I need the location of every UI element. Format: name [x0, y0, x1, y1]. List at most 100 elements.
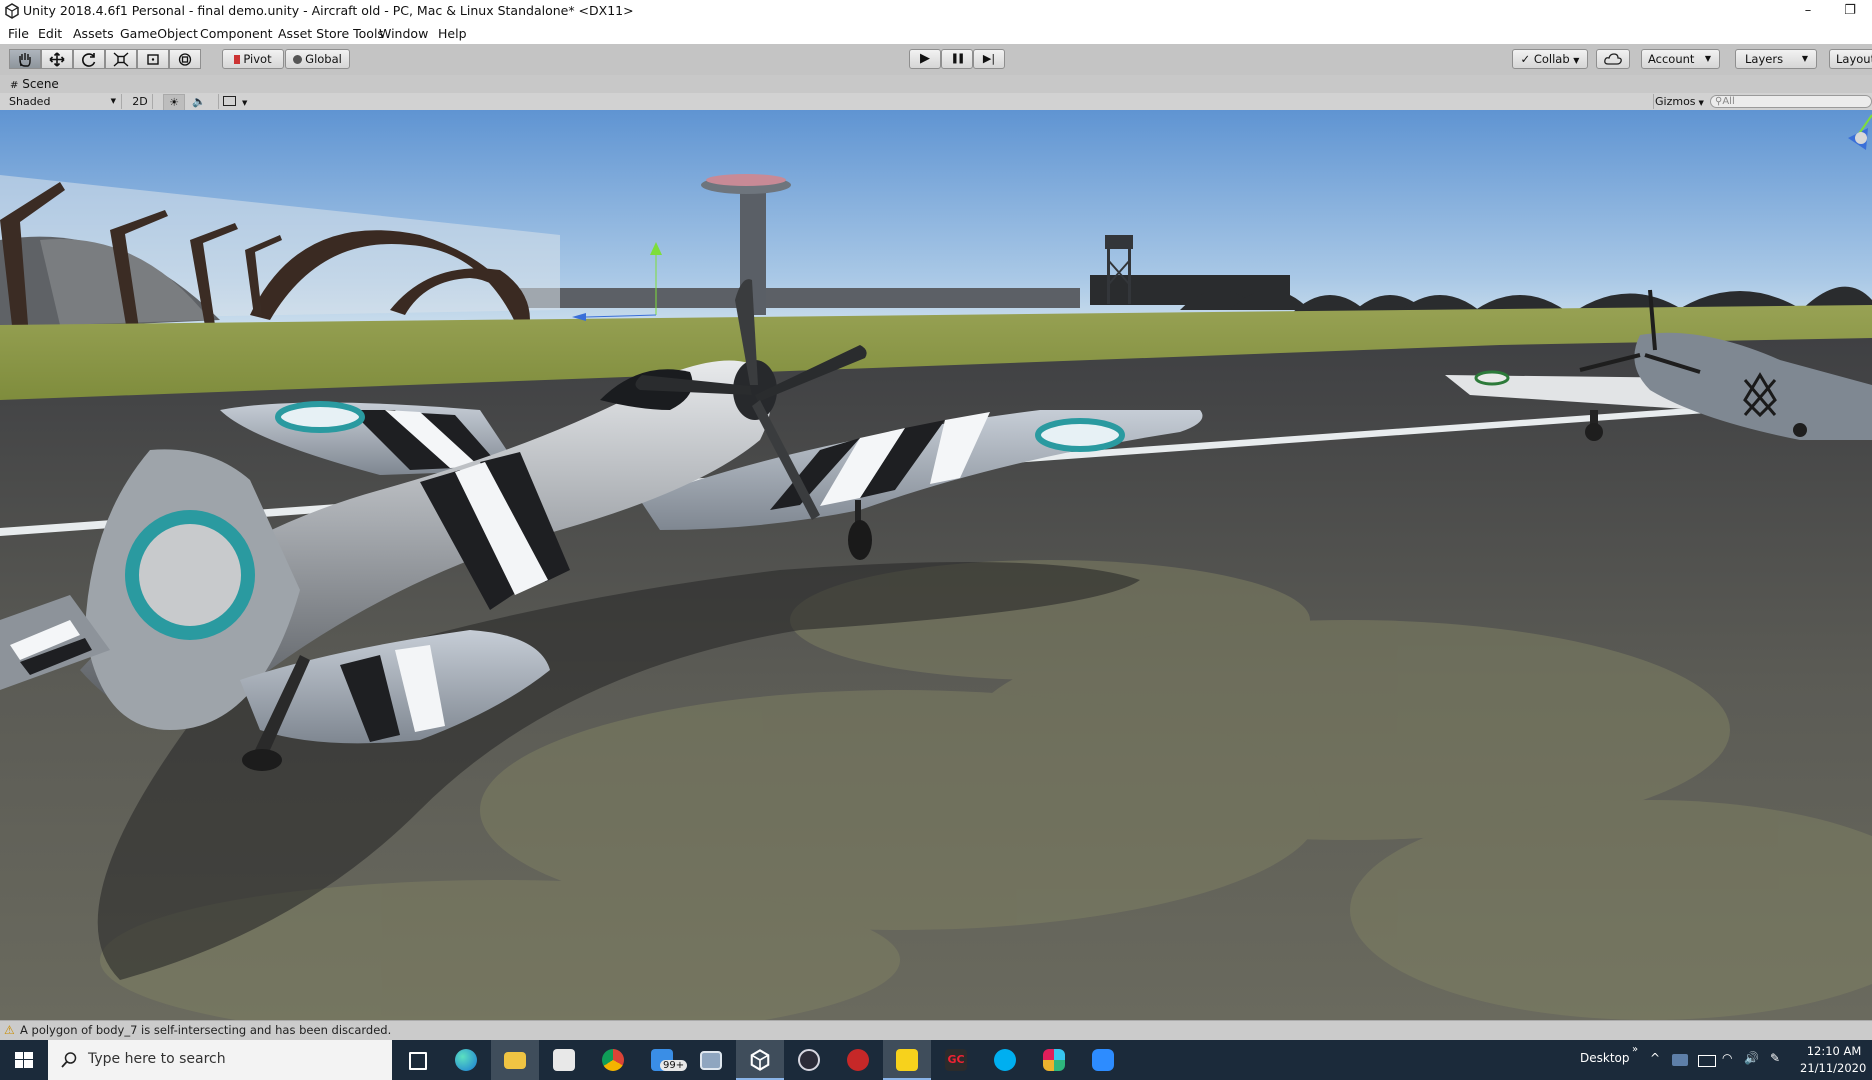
- title-bar: Unity 2018.4.6f1 Personal - final demo.u…: [0, 0, 1872, 24]
- collab-label: Collab: [1533, 52, 1570, 66]
- move-tool-button[interactable]: [41, 49, 73, 69]
- restore-button[interactable]: ❐: [1830, 0, 1870, 22]
- layers-label: Layers: [1745, 52, 1784, 66]
- warning-icon: ⚠: [4, 1023, 15, 1037]
- 2d-toggle[interactable]: 2D: [128, 94, 153, 109]
- start-button[interactable]: [0, 1040, 48, 1080]
- rect-tool-button[interactable]: [137, 49, 169, 69]
- layers-dropdown[interactable]: Layers ▼: [1735, 49, 1817, 69]
- volume-icon[interactable]: 🔊: [1744, 1051, 1759, 1065]
- scene-viewport[interactable]: [0, 110, 1872, 1020]
- play-button[interactable]: ▶: [909, 49, 941, 69]
- desktop-toolbar-label[interactable]: Desktop: [1580, 1051, 1630, 1065]
- scale-icon: [113, 52, 129, 67]
- rotate-tool-button[interactable]: [73, 49, 105, 69]
- clock-date[interactable]: 21/11/2020: [1800, 1061, 1866, 1075]
- taskbar-sticky-notes[interactable]: [883, 1040, 931, 1080]
- taskbar-slack[interactable]: [1030, 1040, 1078, 1080]
- hand-icon: [19, 53, 31, 67]
- network-status-icon[interactable]: [1672, 1054, 1688, 1066]
- menu-asset-store-tools[interactable]: Asset Store Tools: [278, 26, 384, 41]
- slack-icon: [1043, 1049, 1065, 1071]
- taskbar-edge[interactable]: [442, 1040, 490, 1080]
- cloud-button[interactable]: [1596, 49, 1630, 69]
- menu-bar: File Edit Assets GameObject Component As…: [0, 23, 1872, 44]
- unity-icon: [750, 1049, 770, 1071]
- image-icon: [223, 96, 236, 106]
- lighting-toggle[interactable]: ☀: [163, 94, 185, 111]
- hand-tool-button[interactable]: [9, 49, 41, 69]
- gizmos-dropdown[interactable]: Gizmos ▼: [1653, 94, 1704, 109]
- task-view-icon: [409, 1052, 427, 1070]
- clock-time[interactable]: 12:10 AM: [1805, 1044, 1863, 1058]
- minimize-button[interactable]: –: [1788, 0, 1828, 22]
- cloud-icon: [1604, 53, 1622, 65]
- sun-icon: ☀: [169, 96, 179, 109]
- dropdown-arrow-icon: ▼: [242, 99, 248, 107]
- rect-icon: [147, 54, 159, 65]
- taskbar-skype[interactable]: [981, 1040, 1029, 1080]
- gc-logo-icon: GC: [945, 1049, 967, 1071]
- taskbar-sourcetree[interactable]: [834, 1040, 882, 1080]
- taskbar-file-explorer[interactable]: [491, 1040, 539, 1080]
- wifi-icon[interactable]: ◠: [1722, 1051, 1732, 1065]
- menu-file[interactable]: File: [8, 26, 29, 41]
- magnifier-icon: [61, 1052, 77, 1068]
- layout-label: Layout: [1836, 52, 1872, 66]
- step-button[interactable]: ▶|: [973, 49, 1005, 69]
- scene-search-input[interactable]: ⚲All: [1710, 95, 1872, 108]
- toolbar-expand-icon[interactable]: »: [1632, 1044, 1638, 1055]
- menu-edit[interactable]: Edit: [38, 26, 62, 41]
- pivot-toggle[interactable]: Pivot: [222, 49, 284, 69]
- layout-dropdown[interactable]: Layout: [1829, 49, 1872, 69]
- unity-logo-icon: [5, 3, 19, 19]
- store-bag-icon: [553, 1049, 575, 1071]
- battery-icon[interactable]: [1698, 1055, 1716, 1067]
- taskbar-store[interactable]: [540, 1040, 588, 1080]
- global-toggle[interactable]: Global: [285, 49, 350, 69]
- globe-icon: [293, 55, 303, 64]
- scale-tool-button[interactable]: [105, 49, 137, 69]
- collab-dropdown[interactable]: ✓ Collab ▼: [1512, 49, 1588, 69]
- scene-search-placeholder: All: [1722, 96, 1735, 107]
- window-title: Unity 2018.4.6f1 Personal - final demo.u…: [23, 3, 634, 18]
- effects-dropdown[interactable]: ▼: [218, 94, 255, 109]
- status-bar: ⚠ A polygon of body_7 is self-intersecti…: [0, 1020, 1872, 1041]
- menu-help[interactable]: Help: [438, 26, 467, 41]
- folder-icon: [504, 1052, 526, 1069]
- skype-icon: [994, 1049, 1016, 1071]
- taskbar-gc-app[interactable]: GC: [932, 1040, 980, 1080]
- transform-icon: [178, 53, 192, 66]
- menu-gameobject[interactable]: GameObject: [120, 26, 198, 41]
- tray-overflow-icon[interactable]: ^: [1650, 1051, 1660, 1065]
- account-dropdown[interactable]: Account ▼: [1641, 49, 1720, 69]
- windows-logo-icon: [15, 1052, 33, 1068]
- account-label: Account: [1648, 52, 1695, 66]
- menu-component[interactable]: Component: [200, 26, 273, 41]
- taskbar-mail[interactable]: 99+: [638, 1040, 688, 1080]
- taskbar-chrome[interactable]: [589, 1040, 637, 1080]
- check-icon: ✓: [1520, 52, 1531, 66]
- rotate-icon: [82, 53, 96, 67]
- taskbar-obs[interactable]: [785, 1040, 833, 1080]
- menu-assets[interactable]: Assets: [73, 26, 114, 41]
- taskbar-unity[interactable]: [736, 1040, 784, 1080]
- scene-render: [0, 110, 1872, 1020]
- sticky-note-icon: [896, 1049, 918, 1071]
- scene-tab-bar: # Scene: [0, 75, 1872, 93]
- tab-scene[interactable]: # Scene: [10, 77, 59, 91]
- pause-button[interactable]: ❚❚: [941, 49, 973, 69]
- shading-mode-dropdown[interactable]: Shaded ▼: [2, 94, 122, 109]
- taskbar-search-box[interactable]: Type here to search: [48, 1040, 392, 1080]
- gizmos-label: Gizmos: [1655, 95, 1696, 108]
- console-message[interactable]: A polygon of body_7 is self-intersecting…: [20, 1023, 391, 1037]
- transform-tool-button[interactable]: [169, 49, 201, 69]
- pen-icon[interactable]: ✎: [1770, 1051, 1780, 1065]
- scene-options-bar: Shaded ▼ 2D ☀ 🔈 ▼ Gizmos ▼ ⚲All: [0, 93, 1872, 111]
- taskbar-task-view[interactable]: [392, 1040, 440, 1080]
- audio-toggle[interactable]: 🔈: [189, 94, 209, 109]
- taskbar-remote-desktop[interactable]: [687, 1040, 735, 1080]
- taskbar-zoom[interactable]: [1079, 1040, 1127, 1080]
- edge-icon: [455, 1049, 477, 1071]
- menu-window[interactable]: Window: [379, 26, 428, 41]
